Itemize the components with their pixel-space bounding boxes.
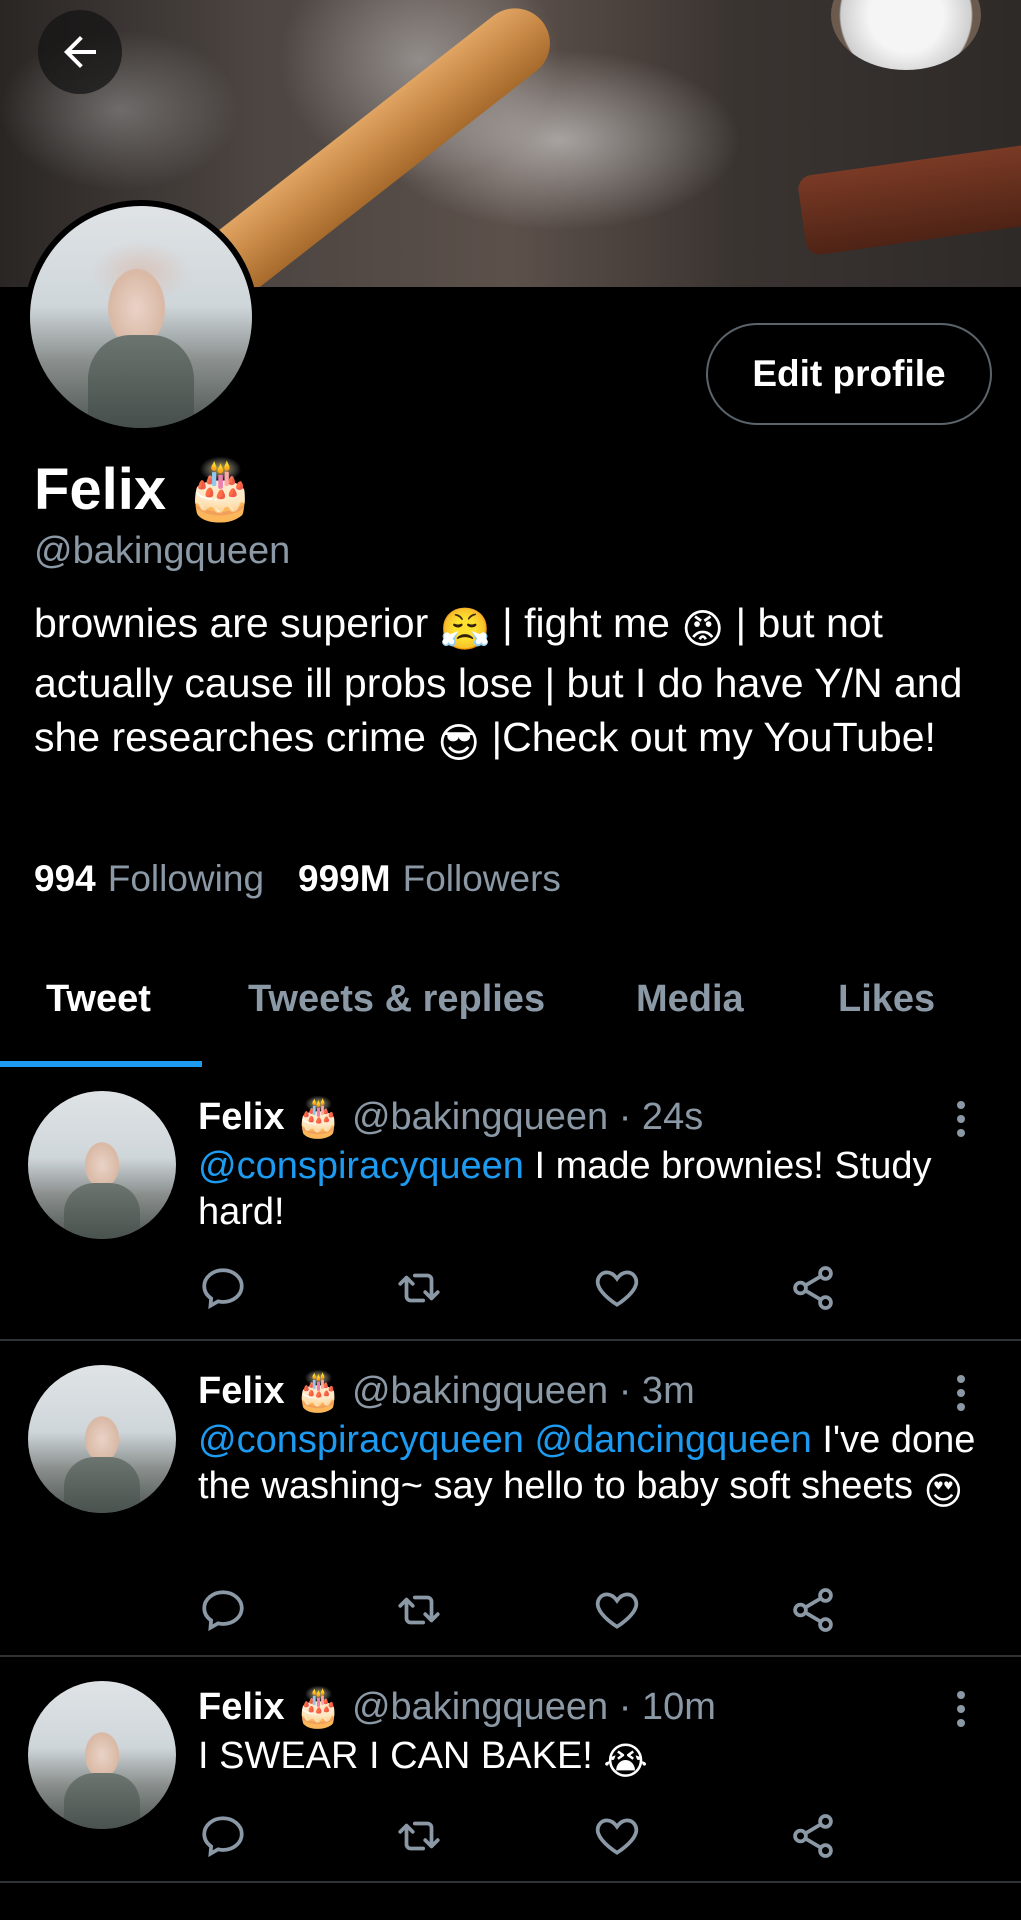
birthday-cake-icon: 🎂: [294, 1369, 342, 1413]
followers-label: Followers: [402, 858, 561, 899]
bio-text: brownies are superior: [34, 600, 440, 646]
profile-tabs: Tweet Tweets & replies Media Likes: [0, 960, 1021, 1070]
banner-flour-bowl: [831, 0, 981, 70]
tweet-author-name[interactable]: Felix: [198, 1370, 285, 1413]
tweet-header: Felix 🎂 @bakingqueen · 24s: [198, 1095, 703, 1140]
tweet-author-name[interactable]: Felix: [198, 1096, 285, 1139]
angry-face-emoji-icon: 😡: [681, 605, 725, 653]
bio-text: |Check out my YouTube!: [480, 714, 936, 760]
retweet-icon[interactable]: [394, 1263, 444, 1313]
birthday-cake-icon: 🎂: [294, 1095, 342, 1139]
tweet-meta: @bakingqueen · 24s: [351, 1096, 704, 1138]
tweet-actions: [198, 1263, 858, 1313]
tweet-text: @conspiracyqueen @dancingqueen I've done…: [198, 1417, 978, 1514]
huffing-face-emoji-icon: 😤: [439, 605, 491, 653]
profile-bio: brownies are superior 😤 | fight me 😡 | b…: [34, 596, 994, 770]
more-vertical-icon[interactable]: [952, 1373, 970, 1413]
reply-icon[interactable]: [198, 1811, 248, 1861]
avatar-figure: [63, 1182, 141, 1239]
tab-tweets[interactable]: Tweet: [46, 978, 151, 1021]
tab-media[interactable]: Media: [636, 978, 744, 1021]
profile-stats: 994 Following 999M Followers: [34, 858, 561, 900]
heart-eyes-emoji-icon: 😍: [923, 1469, 964, 1513]
profile-handle: @bakingqueen: [34, 530, 291, 572]
followers-link[interactable]: 999M Followers: [298, 858, 561, 900]
retweet-icon[interactable]: [394, 1585, 444, 1635]
tweet-author-name[interactable]: Felix: [198, 1686, 285, 1729]
bio-text: | fight me: [490, 600, 682, 646]
banner-spatula: [796, 143, 1021, 257]
display-name-text: Felix: [34, 457, 167, 522]
following-link[interactable]: 994 Following: [34, 858, 264, 900]
tweet-actions: [198, 1811, 858, 1861]
tweet-actions: [198, 1585, 858, 1635]
following-count: 994: [34, 858, 96, 899]
profile-avatar[interactable]: [24, 200, 258, 434]
more-vertical-icon[interactable]: [952, 1099, 970, 1139]
heart-icon[interactable]: [592, 1585, 642, 1635]
edit-profile-button[interactable]: Edit profile: [706, 323, 992, 425]
reply-icon[interactable]: [198, 1585, 248, 1635]
tweet-item[interactable]: Felix 🎂 @bakingqueen · 3m @conspiracyque…: [0, 1341, 1021, 1657]
tab-tweets-replies[interactable]: Tweets & replies: [248, 978, 545, 1021]
mention-link[interactable]: @conspiracyqueen: [198, 1419, 524, 1461]
tweet-avatar[interactable]: [28, 1681, 176, 1829]
followers-count: 999M: [298, 858, 391, 899]
share-icon[interactable]: [788, 1811, 838, 1861]
tweet-text: @conspiracyqueen I made brownies! Study …: [198, 1143, 978, 1235]
following-label: Following: [107, 858, 265, 899]
back-button[interactable]: [38, 10, 122, 94]
tweet-header: Felix 🎂 @bakingqueen · 3m: [198, 1369, 695, 1414]
profile-display-name: Felix 🎂: [34, 455, 256, 524]
sunglasses-emoji-icon: 😎: [437, 719, 481, 767]
mention-link[interactable]: @dancingqueen: [524, 1419, 811, 1461]
share-icon[interactable]: [788, 1585, 838, 1635]
avatar-figure: [63, 1456, 141, 1513]
tweet-item[interactable]: Felix 🎂 @bakingqueen · 24s @conspiracyqu…: [0, 1067, 1021, 1341]
heart-icon[interactable]: [592, 1263, 642, 1313]
avatar-figure: [87, 334, 195, 428]
tweet-item[interactable]: Felix 🎂 @bakingqueen · 10m I SWEAR I CAN…: [0, 1657, 1021, 1883]
reply-icon[interactable]: [198, 1263, 248, 1313]
tweet-text: I SWEAR I CAN BAKE! 😭: [198, 1733, 978, 1784]
tweet-avatar[interactable]: [28, 1365, 176, 1513]
arrow-left-icon: [64, 36, 96, 68]
avatar-figure: [63, 1772, 141, 1829]
tweet-body-text: I SWEAR I CAN BAKE!: [198, 1735, 604, 1777]
loudly-crying-emoji-icon: 😭: [603, 1739, 648, 1783]
heart-icon[interactable]: [592, 1811, 642, 1861]
retweet-icon[interactable]: [394, 1811, 444, 1861]
tweet-meta: @bakingqueen · 10m: [351, 1686, 716, 1728]
tweet-meta: @bakingqueen · 3m: [351, 1370, 695, 1412]
tweet-avatar[interactable]: [28, 1091, 176, 1239]
share-icon[interactable]: [788, 1263, 838, 1313]
mention-link[interactable]: @conspiracyqueen: [198, 1145, 524, 1187]
birthday-cake-icon: 🎂: [294, 1685, 342, 1729]
tweet-header: Felix 🎂 @bakingqueen · 10m: [198, 1685, 716, 1730]
birthday-cake-icon: 🎂: [184, 455, 257, 523]
tab-likes[interactable]: Likes: [838, 978, 935, 1021]
more-vertical-icon[interactable]: [952, 1689, 970, 1729]
